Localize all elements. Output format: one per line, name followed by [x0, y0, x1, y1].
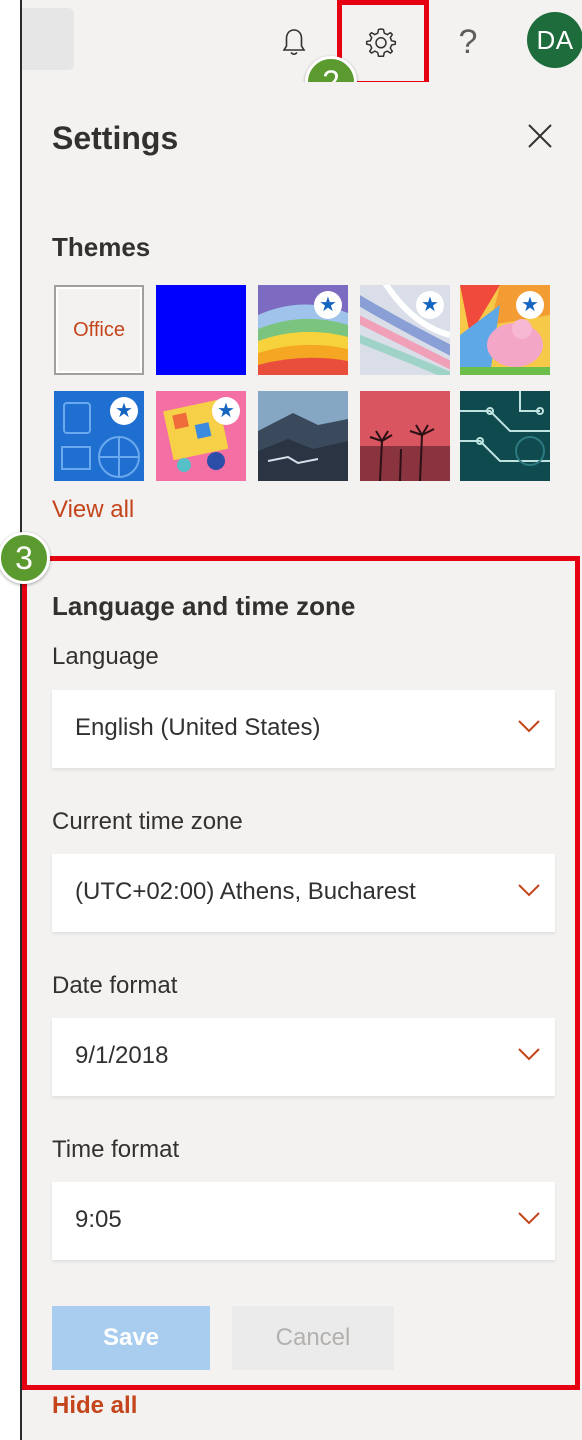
theme-office[interactable]: Office	[54, 285, 144, 375]
language-value: English (United States)	[75, 714, 321, 741]
chevron-down-icon	[518, 884, 540, 897]
language-time-heading: Language and time zone	[52, 591, 356, 621]
time-format-value: 9:05	[75, 1206, 122, 1233]
date-format-dropdown[interactable]: 9/1/2018	[52, 1018, 555, 1096]
theme-palm-sunset[interactable]	[360, 391, 450, 481]
themes-heading: Themes	[52, 232, 151, 262]
theme-mountain[interactable]	[258, 391, 348, 481]
featured-star-icon: ★	[212, 397, 240, 425]
timezone-label: Current time zone	[52, 808, 243, 835]
theme-board-game[interactable]: ★	[156, 391, 246, 481]
featured-star-icon: ★	[416, 291, 444, 319]
timezone-value: (UTC+02:00) Athens, Bucharest	[75, 878, 416, 905]
chevron-down-icon	[518, 1212, 540, 1225]
chevron-down-icon	[518, 720, 540, 733]
time-format-dropdown[interactable]: 9:05	[52, 1182, 555, 1260]
date-format-value: 9/1/2018	[75, 1042, 169, 1069]
featured-star-icon: ★	[314, 291, 342, 319]
chevron-down-icon	[518, 1048, 540, 1061]
date-format-label: Date format	[52, 972, 178, 999]
save-button[interactable]: Save	[52, 1306, 210, 1370]
step-badge-3: 3	[0, 532, 50, 584]
theme-sports[interactable]: ★	[54, 391, 144, 481]
theme-blue[interactable]	[156, 285, 246, 375]
language-dropdown[interactable]: English (United States)	[52, 690, 555, 768]
language-label: Language	[52, 643, 159, 670]
avatar[interactable]: DA	[527, 12, 582, 68]
theme-unicorn[interactable]: ★	[460, 285, 550, 375]
help-icon[interactable]: ?	[448, 22, 488, 62]
page-title: Settings	[52, 120, 179, 156]
featured-star-icon: ★	[516, 291, 544, 319]
theme-circuit[interactable]	[460, 391, 550, 481]
window-edge	[0, 0, 20, 1440]
time-format-label: Time format	[52, 1136, 180, 1163]
timezone-dropdown[interactable]: (UTC+02:00) Athens, Bucharest	[52, 854, 555, 932]
theme-rainbow-waves[interactable]: ★	[258, 285, 348, 375]
hide-all-link[interactable]: Hide all	[52, 1392, 137, 1420]
theme-silver-ribbons[interactable]: ★	[360, 285, 450, 375]
search-box-stub[interactable]	[22, 8, 74, 70]
cancel-button[interactable]: Cancel	[232, 1306, 394, 1370]
bell-icon[interactable]	[274, 22, 314, 62]
view-all-themes-link[interactable]: View all	[52, 496, 134, 524]
close-icon[interactable]	[522, 118, 558, 154]
featured-star-icon: ★	[110, 397, 138, 425]
